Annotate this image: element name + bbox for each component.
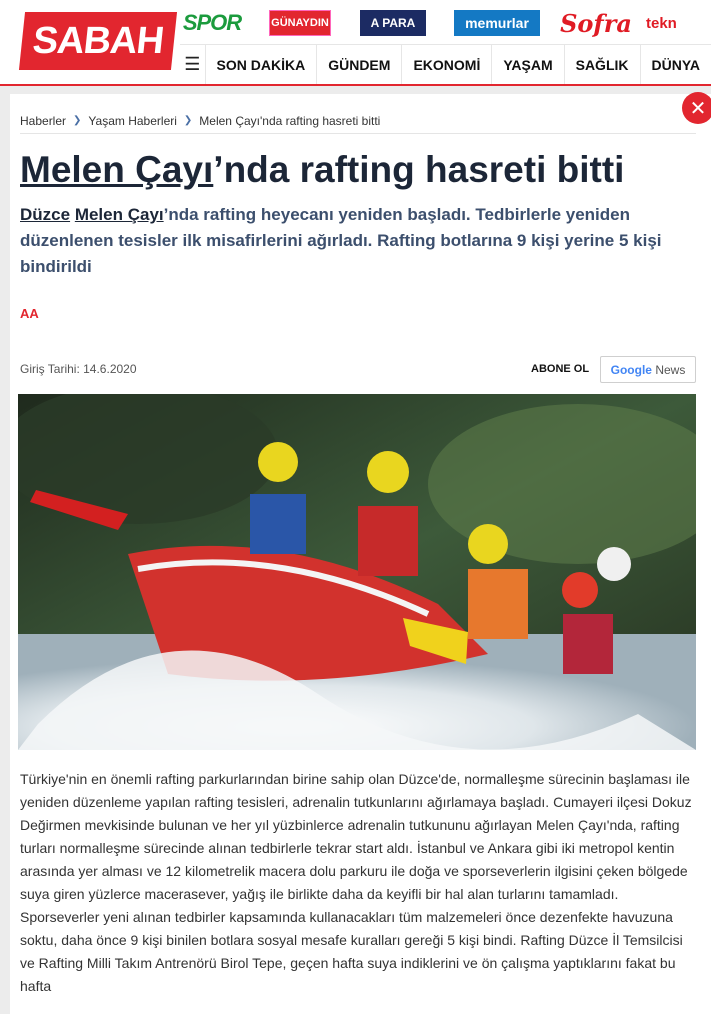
header-divider	[0, 84, 711, 86]
site-header: SABAH SPOR GÜNAYDIN A PARA memurlar Sofr…	[0, 0, 711, 86]
title-text: ’nda rafting hasreti bitti	[213, 149, 624, 190]
nav-yasam[interactable]: YAŞAM	[491, 45, 563, 85]
brand-strip: SPOR GÜNAYDIN A PARA memurlar Sofra tekn	[180, 8, 711, 40]
google-news-button[interactable]: Google News	[600, 356, 696, 383]
brand-sofra[interactable]: Sofra	[568, 10, 624, 36]
nav-gundem[interactable]: GÜNDEM	[316, 45, 401, 85]
hamburger-icon[interactable]: ☰	[180, 45, 205, 85]
breadcrumb-item-current: Melen Çayı'nda rafting hasreti bitti	[199, 114, 380, 128]
google-news-logo: Google	[611, 363, 652, 377]
article-spot: Düzce Melen Çayı’nda rafting heyecanı ye…	[20, 202, 696, 280]
subscribe-button[interactable]: ABONE OL	[531, 363, 589, 375]
spot-link-melen[interactable]: Melen Çayı	[75, 205, 164, 224]
nav-son-dakika[interactable]: SON DAKİKA	[205, 45, 317, 85]
brand-gunaydin[interactable]: GÜNAYDIN	[269, 10, 331, 36]
article-body: Türkiye'nin en önemli rafting parkurları…	[20, 768, 696, 998]
sabah-logo[interactable]: SABAH	[19, 12, 177, 70]
nav-dunya[interactable]: DÜNYA	[640, 45, 711, 85]
rafting-photo-illustration	[18, 394, 696, 750]
source-label: AA	[20, 306, 39, 321]
breadcrumb: Haberler ❯ Yaşam Haberleri ❯ Melen Çayı'…	[20, 114, 696, 134]
spot-link-duzce[interactable]: Düzce	[20, 205, 70, 224]
brand-spor[interactable]: SPOR	[180, 10, 244, 36]
breadcrumb-item-yasam[interactable]: Yaşam Haberleri	[88, 114, 176, 128]
google-news-label: News	[655, 363, 685, 377]
title-tag-link[interactable]: Melen Çayı	[20, 149, 213, 190]
brand-tekno[interactable]: tekn	[646, 10, 711, 36]
chevron-right-icon: ❯	[184, 115, 192, 126]
brand-apara[interactable]: A PARA	[360, 10, 426, 36]
nav-ekonomi[interactable]: EKONOMİ	[401, 45, 491, 85]
nav-saglik[interactable]: SAĞLIK	[564, 45, 640, 85]
article-photo[interactable]	[18, 394, 696, 750]
main-nav: ☰ SON DAKİKA GÜNDEM EKONOMİ YAŞAM SAĞLIK…	[180, 44, 711, 84]
breadcrumb-item-haberler[interactable]: Haberler	[20, 114, 66, 128]
publish-date: Giriş Tarihi: 14.6.2020	[20, 362, 137, 376]
chevron-right-icon: ❯	[73, 115, 81, 126]
brand-memurlar[interactable]: memurlar	[454, 10, 540, 36]
page-title: Melen Çayı’nda rafting hasreti bitti	[20, 148, 696, 192]
